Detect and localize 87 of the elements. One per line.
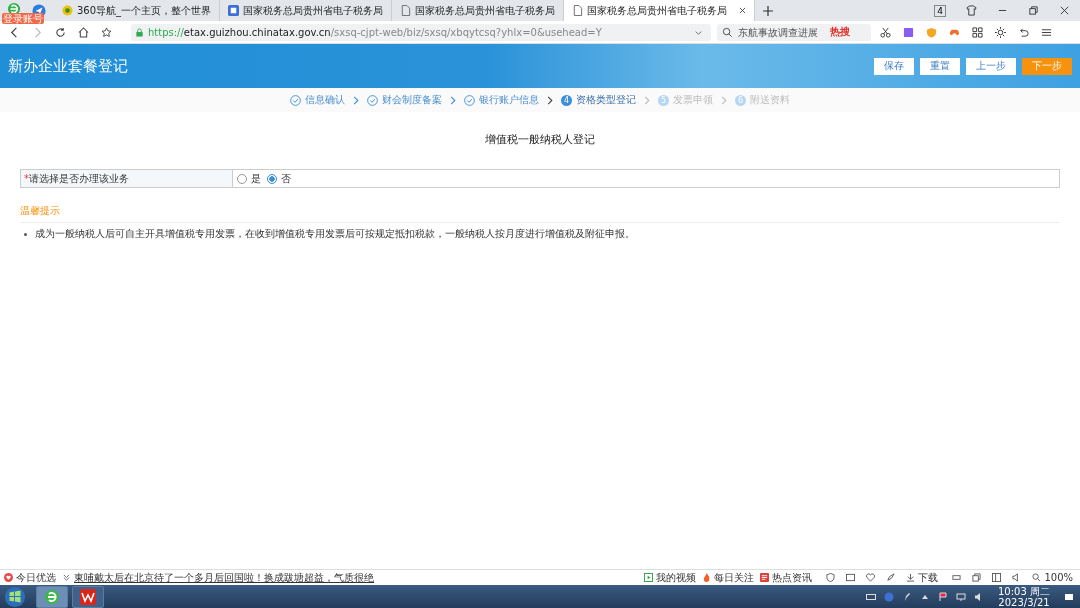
pen-icon[interactable] <box>902 591 912 602</box>
toolbar-button[interactable]: 重置 <box>920 57 960 75</box>
chevron-icon <box>450 95 456 105</box>
flag-icon[interactable] <box>938 591 948 602</box>
status-link[interactable]: 热点资讯 <box>772 570 813 585</box>
shirt-icon[interactable] <box>966 5 977 16</box>
double-chevron-icon <box>62 573 71 582</box>
status-link[interactable]: 我的视频 <box>656 570 697 585</box>
tab-title: 国家税务总局贵州省电子税务局 <box>587 3 728 18</box>
window-icon[interactable] <box>992 573 1002 582</box>
step-number: 4 <box>561 94 572 106</box>
home-icon[interactable] <box>78 26 89 38</box>
url-text: https://etax.guizhou.chinatax.gov.cn/sxsq-cjpt-web/biz/sxsq/xbqytcsq?yhlx=0&usehead=Y <box>148 26 602 38</box>
tab-title: 国家税务总局贵州省电子税务局 <box>415 3 556 18</box>
news-link[interactable]: 東哺戴太后在北京待了一个多月后回国啦！换成跋塘超益，气质很绝 <box>74 570 374 585</box>
step-label: 信息确认 <box>305 93 345 107</box>
site-logo-icon <box>228 5 240 16</box>
tips-title: 温馨提示 <box>20 204 61 218</box>
grid-icon[interactable] <box>972 26 983 38</box>
clock-date[interactable]: 2023/3/21 <box>998 596 1050 608</box>
tab-title: 360导航_一个主页，整个世界 <box>77 3 212 18</box>
flame-icon <box>702 573 712 582</box>
status-link[interactable]: 每日关注 <box>714 570 755 585</box>
shield-icon[interactable] <box>826 573 836 582</box>
network-icon[interactable] <box>956 591 966 602</box>
address-field[interactable]: https://etax.guizhou.chinatax.gov.cn/sxsq-cjpt-web/biz/sxsq/xbqytcsq?yhlx=0&usehead=Y <box>131 23 711 41</box>
step-label: 资格类型登记 <box>576 93 636 107</box>
lock-icon <box>135 27 144 37</box>
tab-count[interactable]: 4 <box>934 4 946 17</box>
zoom-level[interactable]: 100% <box>1044 572 1073 583</box>
copy-icon[interactable] <box>972 573 982 582</box>
step-label: 财会制度备案 <box>382 93 442 107</box>
star-icon[interactable] <box>101 26 112 38</box>
step-number: 5 <box>658 94 669 106</box>
tab-title: 国家税务总局贵州省电子税务局 <box>243 3 384 18</box>
w-logo-icon <box>80 588 96 605</box>
search-icon <box>722 26 733 38</box>
close-icon[interactable] <box>1059 5 1070 16</box>
close-icon[interactable] <box>739 7 747 14</box>
search-field[interactable]: 东航事故调查进展 热搜 <box>717 23 871 41</box>
toolbar-button[interactable]: 上一步 <box>966 57 1016 75</box>
radio-option[interactable]: 否 <box>267 171 291 186</box>
play-icon <box>644 573 654 582</box>
status-link[interactable]: 今日优选 <box>16 570 56 585</box>
download-link[interactable]: 下载 <box>918 570 939 585</box>
start-button[interactable] <box>4 585 26 608</box>
menu-icon[interactable] <box>1041 26 1052 38</box>
brightness-icon[interactable] <box>995 26 1006 38</box>
clock-time[interactable]: 10:03 周二 <box>998 585 1050 597</box>
back-icon[interactable] <box>9 26 20 38</box>
page-icon <box>572 5 584 16</box>
reload-icon[interactable] <box>55 26 66 38</box>
toolbar-button[interactable]: 保存 <box>874 57 914 75</box>
image-icon[interactable] <box>846 573 856 582</box>
show-desktop-icon[interactable] <box>1064 591 1074 602</box>
step-number: 6 <box>735 94 746 106</box>
keyboard-icon[interactable] <box>866 591 876 602</box>
taskbar-app[interactable] <box>72 585 104 608</box>
hot-label[interactable]: 热搜 <box>830 25 850 39</box>
bullet-icon <box>24 232 27 236</box>
required-mark: * <box>24 173 29 184</box>
chevron-icon <box>547 95 553 105</box>
radio-option[interactable]: 是 <box>237 171 261 186</box>
chevron-icon <box>644 95 650 105</box>
chevron-icon <box>353 95 359 105</box>
page-title: 新办企业套餐登记 <box>8 56 128 76</box>
restore-icon[interactable] <box>1028 5 1039 16</box>
heart-icon[interactable] <box>4 573 13 582</box>
field-label: 请选择是否办理该业务 <box>29 173 129 184</box>
browser-tab[interactable]: 国家税务总局贵州省电子税务局 <box>564 0 756 21</box>
browser-icon <box>44 588 60 605</box>
chevron-icon <box>721 95 727 105</box>
download-icon[interactable] <box>906 573 916 582</box>
radio-button[interactable] <box>267 173 277 184</box>
undo-icon[interactable] <box>1018 26 1029 38</box>
notes-icon[interactable] <box>903 26 914 38</box>
form-title: 增值税一般纳税人登记 <box>484 132 596 147</box>
taskbar-app[interactable] <box>36 585 68 608</box>
tip-text: 成为一般纳税人后可自主开具增值税专用发票，在收到增值税专用发票后可按规定抵扣税款，一般纳税人按月度进行增值税及附征申报。 <box>35 227 635 241</box>
heart-icon[interactable] <box>866 573 876 582</box>
page-icon <box>400 5 412 16</box>
step-label: 银行账户信息 <box>479 93 539 107</box>
globe-icon <box>62 5 73 16</box>
news-icon <box>760 573 770 582</box>
plus-icon[interactable] <box>763 5 774 16</box>
scissors-icon[interactable] <box>880 26 891 38</box>
zoom-icon[interactable] <box>1032 573 1042 582</box>
